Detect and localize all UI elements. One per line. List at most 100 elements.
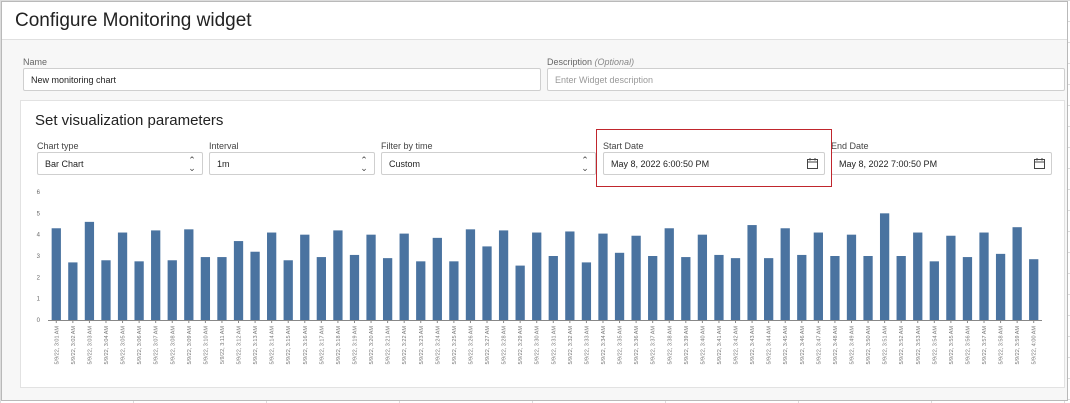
bar[interactable] (532, 232, 542, 320)
bar[interactable] (764, 258, 774, 320)
bar[interactable] (399, 233, 409, 320)
bar[interactable] (316, 257, 326, 320)
bar[interactable] (614, 252, 625, 320)
bar[interactable] (598, 233, 608, 320)
bar[interactable] (548, 256, 558, 320)
select-arrows-icon: ⌃ ⌄ (581, 155, 589, 173)
x-tick-label: 5/9/22, 3:01 AM (54, 326, 60, 365)
x-tick-label: 5/9/22, 3:53 AM (916, 326, 922, 365)
bar[interactable] (217, 257, 227, 320)
interval-select[interactable]: 1m ⌃ ⌄ (209, 152, 375, 175)
x-tick-label: 5/9/22, 3:58 AM (999, 326, 1005, 365)
chart-type-select[interactable]: Bar Chart ⌃ ⌄ (37, 152, 203, 175)
bar[interactable] (631, 235, 641, 320)
end-date-input[interactable]: May 8, 2022 7:00:50 PM (831, 152, 1052, 175)
bar[interactable] (151, 230, 161, 320)
x-tick-label: 5/9/22, 4:00 AM (1032, 326, 1038, 365)
x-tick-label: 5/9/22, 3:22 AM (402, 326, 408, 365)
bar[interactable] (995, 253, 1006, 320)
x-tick-label: 5/9/22, 3:34 AM (601, 326, 607, 365)
x-tick-label: 5/9/22, 3:31 AM (551, 326, 557, 365)
bar[interactable] (664, 228, 674, 320)
x-tick-label: 5/9/22, 3:51 AM (883, 326, 889, 365)
description-label: Description (Optional) (547, 57, 634, 67)
bar[interactable] (565, 231, 575, 320)
calendar-icon[interactable] (1034, 158, 1045, 169)
x-tick-label: 5/9/22, 3:14 AM (270, 326, 276, 365)
filter-select[interactable]: Custom ⌃ ⌄ (381, 152, 596, 175)
bar[interactable] (184, 229, 194, 320)
x-tick-label: 5/9/22, 3:03 AM (87, 326, 93, 365)
bar[interactable] (449, 261, 459, 320)
x-tick-label: 5/9/22, 3:48 AM (833, 326, 839, 365)
description-input[interactable]: Enter Widget description (547, 68, 1065, 91)
bar[interactable] (233, 241, 244, 320)
bar[interactable] (200, 257, 211, 320)
interval-label: Interval (209, 141, 239, 151)
bar[interactable] (498, 230, 509, 320)
bar[interactable] (929, 261, 939, 320)
bar[interactable] (366, 234, 376, 320)
bar[interactable] (846, 234, 857, 320)
bar[interactable] (416, 261, 426, 320)
x-tick-label: 5/9/22, 3:37 AM (651, 326, 657, 365)
bar[interactable] (879, 213, 890, 320)
bar-chart: 0 1 2 3 4 5 6 5/9/22, 3:01 AM 5/9/22, 3:02 AM 5/9… (37, 190, 1042, 365)
bar[interactable] (581, 262, 592, 320)
bar[interactable] (813, 232, 823, 320)
chart-type-value: Bar Chart (45, 159, 84, 169)
bar[interactable] (515, 265, 525, 320)
x-tick-label: 5/9/22, 3:19 AM (352, 326, 358, 365)
bar[interactable] (648, 256, 658, 320)
bar[interactable] (714, 254, 724, 320)
bar[interactable] (747, 225, 757, 320)
x-tick-label: 5/9/22, 3:55 AM (949, 326, 955, 365)
y-tick-label: 1 (37, 297, 41, 303)
filter-label: Filter by time (381, 141, 433, 151)
bar[interactable] (68, 262, 78, 320)
bar[interactable] (946, 235, 956, 320)
bar[interactable] (913, 232, 923, 320)
end-date-label: End Date (831, 141, 869, 151)
x-tick-label: 5/9/22, 3:38 AM (667, 326, 673, 365)
bar[interactable] (300, 234, 310, 320)
bar[interactable] (167, 260, 177, 320)
bar[interactable] (1029, 259, 1039, 320)
bar[interactable] (84, 221, 95, 320)
bar[interactable] (51, 228, 61, 320)
bar[interactable] (283, 260, 293, 320)
bar[interactable] (432, 237, 442, 320)
bar[interactable] (962, 257, 973, 320)
x-tick-label: 5/9/22, 3:30 AM (535, 326, 541, 365)
bar[interactable] (780, 228, 790, 320)
x-tick-label: 5/9/22, 3:04 AM (104, 326, 110, 365)
bar[interactable] (1012, 227, 1022, 320)
bar[interactable] (979, 232, 989, 320)
x-tick-label: 5/9/22, 3:21 AM (386, 326, 392, 365)
bar[interactable] (681, 257, 691, 320)
y-tick-label: 5 (37, 211, 41, 217)
bar[interactable] (134, 261, 144, 320)
x-tick-label: 5/9/22, 3:26 AM (468, 326, 474, 365)
name-label: Name (23, 57, 48, 67)
title-bar: Configure Monitoring widget (2, 2, 1067, 40)
x-tick-label: 5/9/22, 3:11 AM (220, 326, 226, 365)
bar[interactable] (250, 251, 260, 320)
name-input[interactable]: New monitoring chart (23, 68, 541, 91)
x-tick-label: 5/9/22, 3:23 AM (419, 326, 425, 365)
bar[interactable] (863, 256, 873, 320)
bar[interactable] (730, 258, 741, 320)
bar[interactable] (382, 258, 393, 320)
bar[interactable] (465, 229, 476, 320)
x-tick-label: 5/9/22, 3:49 AM (849, 326, 855, 365)
bar[interactable] (267, 232, 277, 320)
bar[interactable] (896, 256, 906, 320)
bar[interactable] (117, 232, 128, 320)
bar[interactable] (482, 246, 492, 320)
bar[interactable] (101, 260, 111, 320)
bar[interactable] (349, 254, 360, 320)
bar[interactable] (797, 254, 807, 320)
bar[interactable] (333, 230, 343, 320)
bar[interactable] (830, 256, 840, 320)
bar[interactable] (697, 234, 708, 320)
